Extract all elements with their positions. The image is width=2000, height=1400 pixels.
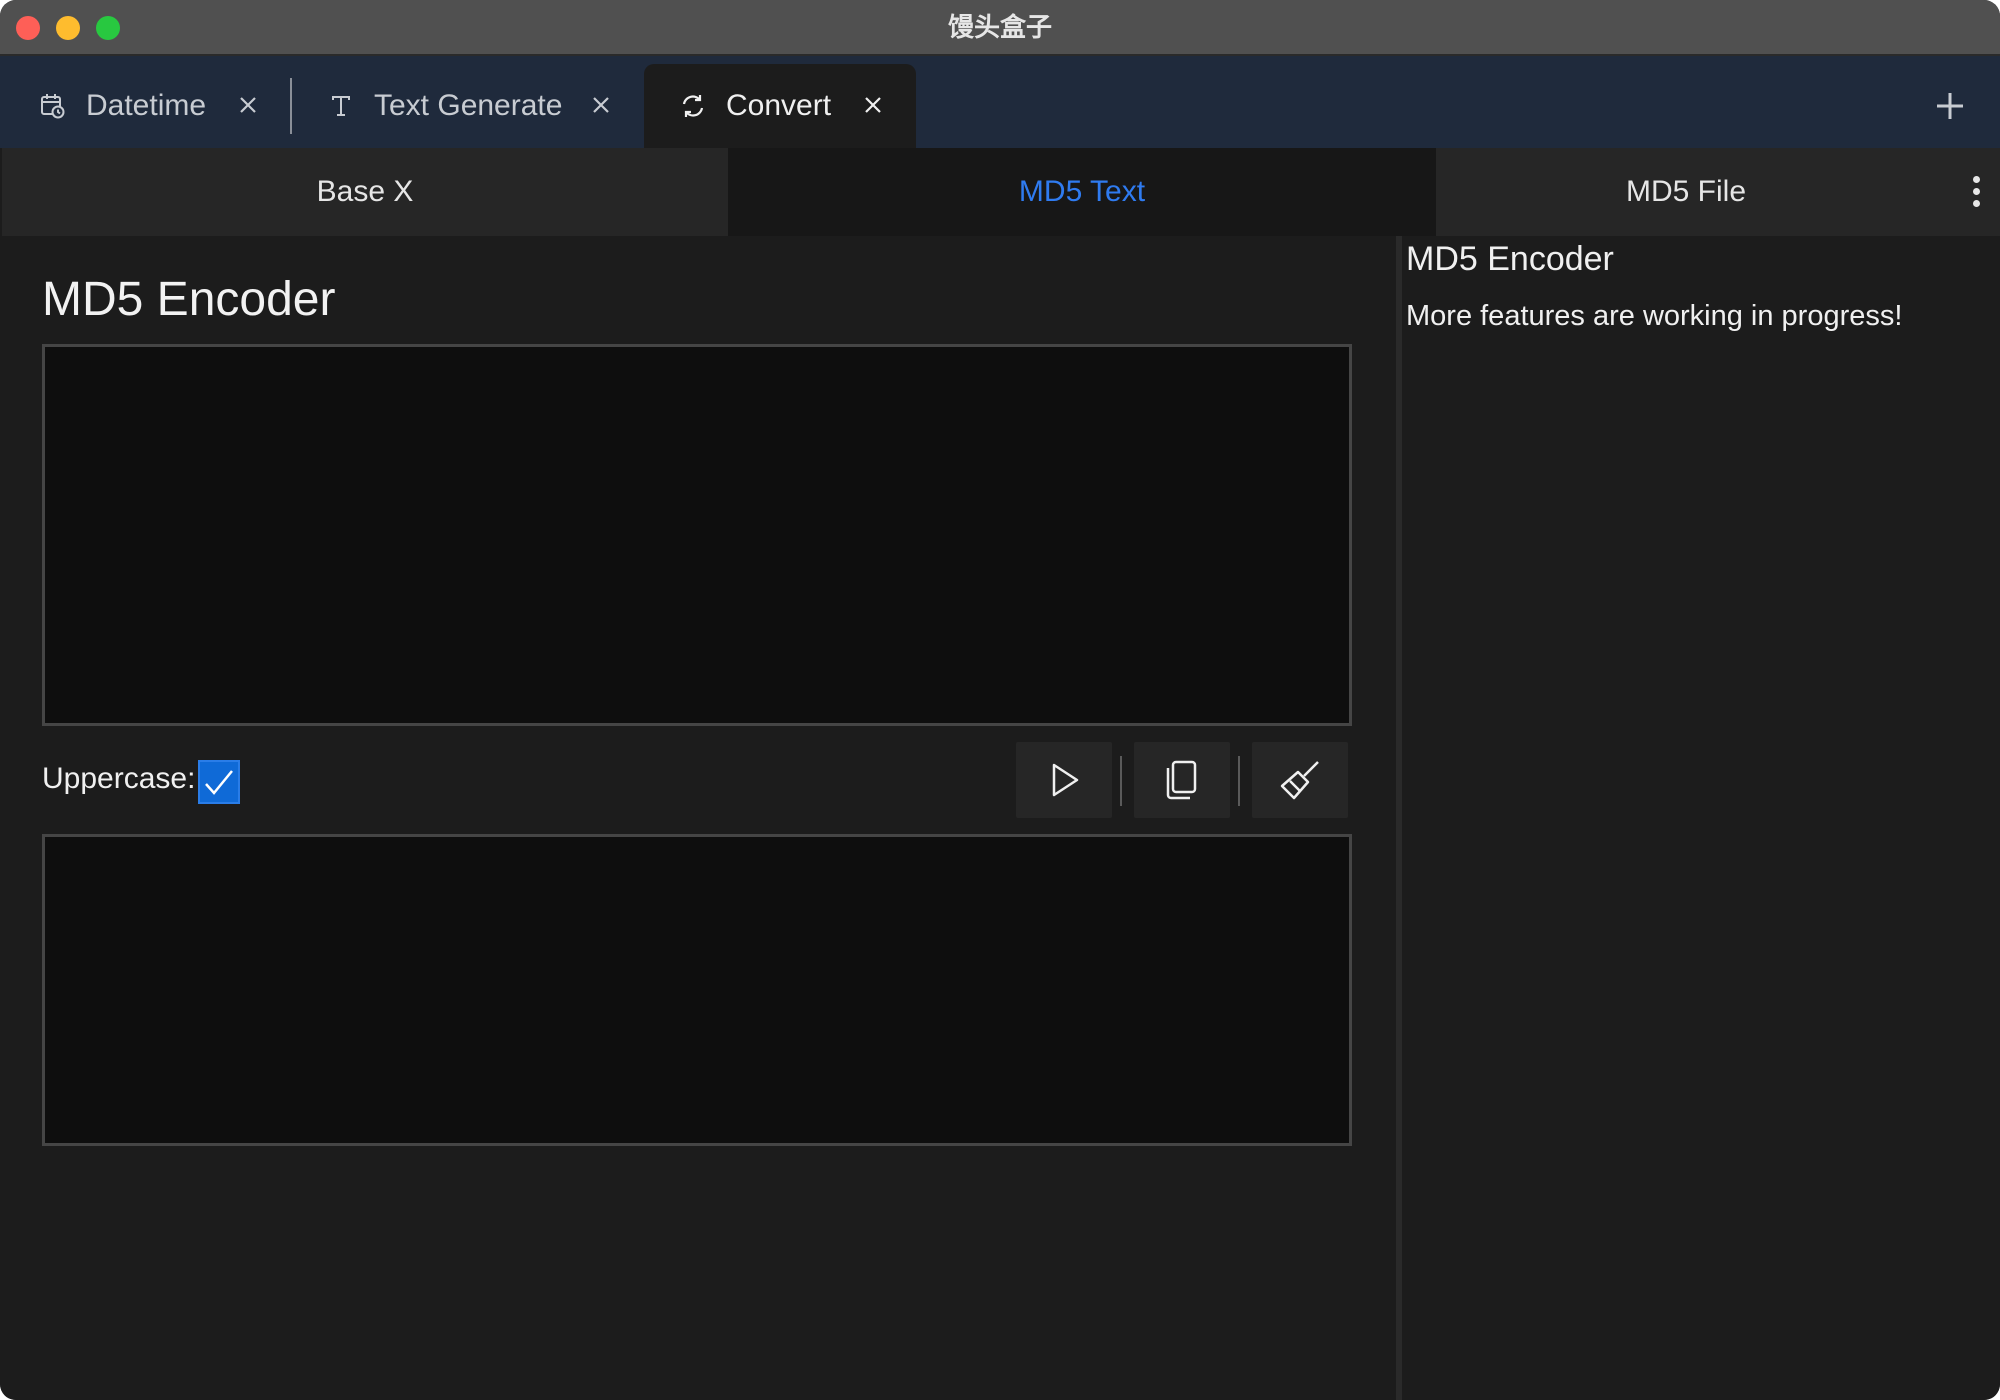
- button-divider: [1238, 756, 1240, 806]
- tab-label: Convert: [726, 89, 832, 122]
- tab-text-generate[interactable]: Text Generate: [326, 64, 626, 148]
- close-tab-icon[interactable]: [858, 90, 888, 120]
- close-tab-icon[interactable]: [233, 90, 263, 120]
- info-title: MD5 Encoder: [1406, 240, 1614, 278]
- button-divider: [1120, 756, 1122, 806]
- info-description: More features are working in progress!: [1406, 300, 1903, 332]
- tab-bar: Datetime Text Generate Convert: [0, 56, 2000, 148]
- subtab-label: MD5 File: [1625, 175, 1746, 208]
- page-title: MD5 Encoder: [42, 273, 336, 326]
- tab-label: Text Generate: [374, 89, 563, 122]
- sub-tab-bar: Base X MD5 Text MD5 File: [0, 148, 2000, 236]
- copy-button[interactable]: [1134, 742, 1230, 818]
- subtab-md5-text[interactable]: MD5 Text: [728, 148, 1436, 236]
- subtab-base-x[interactable]: Base X: [2, 148, 728, 236]
- broom-icon: [1280, 761, 1319, 800]
- calendar-clock-icon: [38, 91, 68, 121]
- tab-convert[interactable]: Convert: [644, 64, 916, 148]
- copy-icon: [1166, 760, 1197, 800]
- clear-button[interactable]: [1252, 742, 1348, 818]
- more-options-icon[interactable]: [1970, 176, 1982, 208]
- app-window: 馒头盒子 Datetime Text Generate Convert Base…: [0, 0, 2000, 1400]
- uppercase-checkbox[interactable]: [198, 760, 240, 804]
- title-bar: 馒头盒子: [0, 0, 2000, 56]
- text-t-icon: [326, 91, 356, 121]
- encoder-panel: MD5 Encoder Uppercase:: [0, 236, 1396, 1400]
- play-icon: [1052, 763, 1079, 797]
- uppercase-label: Uppercase:: [42, 762, 196, 795]
- window-title: 馒头盒子: [947, 13, 1052, 43]
- info-panel: MD5 Encoder More features are working in…: [1402, 236, 2000, 1400]
- add-tab-button[interactable]: [1930, 86, 1970, 126]
- input-textarea[interactable]: [42, 344, 1352, 726]
- tab-label: Datetime: [86, 89, 207, 122]
- plus-icon: [1937, 93, 1963, 119]
- close-tab-icon[interactable]: [586, 90, 616, 120]
- output-textarea[interactable]: [42, 834, 1352, 1146]
- refresh-icon: [678, 91, 708, 121]
- run-button[interactable]: [1016, 742, 1112, 818]
- checkmark-icon: [205, 770, 233, 795]
- tab-divider: [290, 78, 292, 134]
- subtab-md5-file[interactable]: MD5 File: [1436, 148, 2000, 236]
- tab-datetime[interactable]: Datetime: [38, 64, 278, 148]
